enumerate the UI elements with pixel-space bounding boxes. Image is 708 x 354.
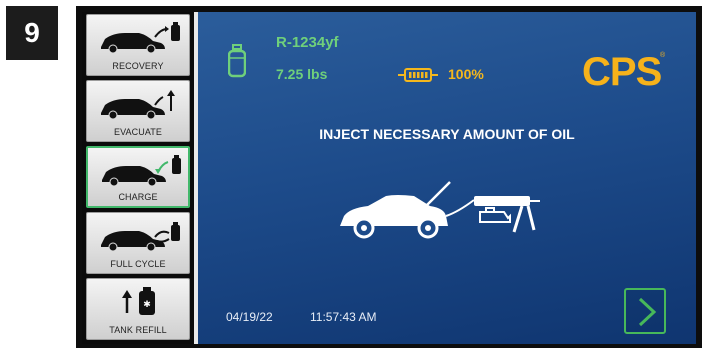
sidebar-item-charge[interactable]: CHARGE <box>86 146 190 208</box>
brand-logo: CPS <box>582 50 662 94</box>
sidebar-item-recovery[interactable]: RECOVERY <box>86 14 190 76</box>
refrigerant-weight: 7.25 lbs <box>276 66 328 82</box>
device-screen: RECOVERY EVACUATE CHARGE FULL CYCLE ✱ TA… <box>82 12 696 344</box>
step-number-badge: 9 <box>6 6 58 60</box>
oil-injection-illustration <box>340 181 540 239</box>
sidebar-item-label: FULL CYCLE <box>110 259 166 269</box>
sidebar-item-label: CHARGE <box>118 192 158 202</box>
sidebar-item-full-cycle[interactable]: FULL CYCLE <box>86 212 190 274</box>
status-time: 11:57:43 AM <box>310 310 377 324</box>
refrigerant-tank-icon <box>228 44 246 78</box>
sidebar-item-evacuate[interactable]: EVACUATE <box>86 80 190 142</box>
sidebar: RECOVERY EVACUATE CHARGE FULL CYCLE ✱ TA… <box>82 12 194 344</box>
main-panel: R-1234yf 7.25 lbs 100% CPS ® INJECT NECE… <box>198 12 696 344</box>
sidebar-item-tank-refill[interactable]: ✱ TANK REFILL <box>86 278 190 340</box>
battery-level: 100% <box>448 66 484 82</box>
car-full-cycle-icon <box>101 222 180 252</box>
car-evacuate-icon <box>101 90 175 120</box>
tank-refill-icon: ✱ <box>122 287 155 315</box>
status-date: 04/19/22 <box>226 310 273 324</box>
chevron-right-icon <box>638 297 657 327</box>
sidebar-item-label: RECOVERY <box>112 61 164 71</box>
car-charge-icon <box>102 155 181 187</box>
car-recovery-icon <box>101 22 180 54</box>
refrigerant-type: R-1234yf <box>276 34 339 51</box>
sidebar-item-label: TANK REFILL <box>109 325 167 335</box>
next-button[interactable] <box>624 288 666 334</box>
registered-mark: ® <box>660 52 666 59</box>
sidebar-item-label: EVACUATE <box>114 127 162 137</box>
battery-icon <box>398 68 438 82</box>
svg-text:✱: ✱ <box>143 300 151 310</box>
instruction-text: INJECT NECESSARY AMOUNT OF OIL <box>319 126 575 142</box>
